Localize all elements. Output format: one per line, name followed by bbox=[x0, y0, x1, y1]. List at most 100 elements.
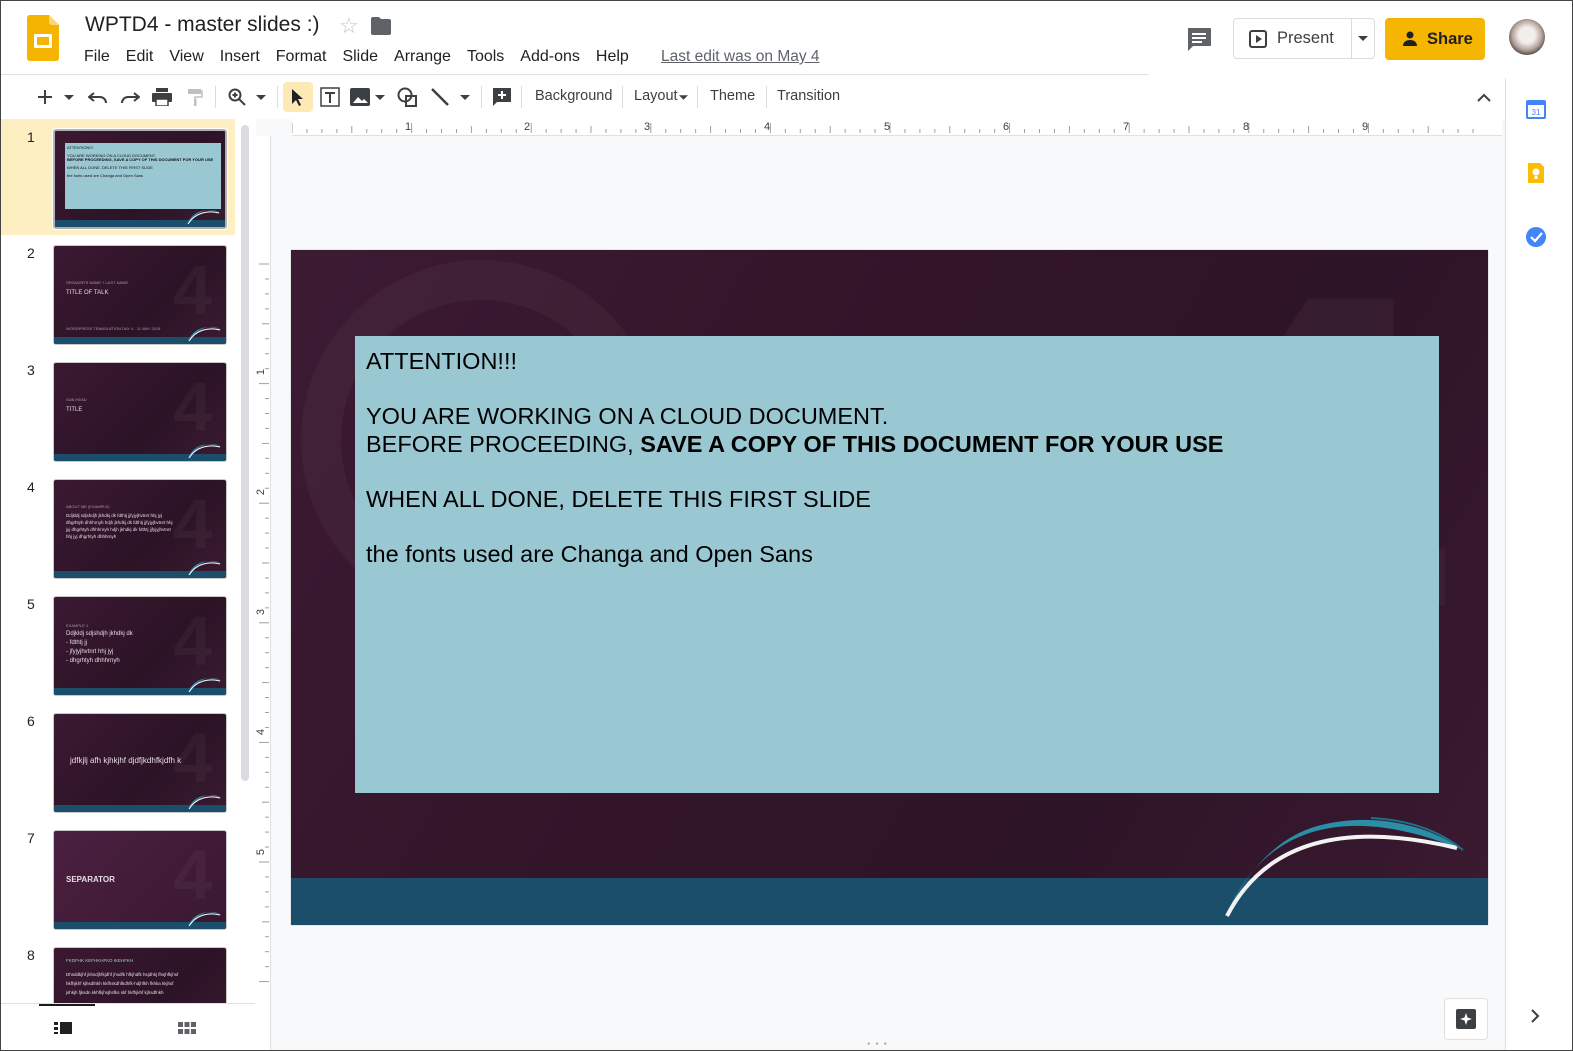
menu-view[interactable]: View bbox=[169, 47, 203, 69]
toolbar-separator bbox=[521, 86, 522, 108]
zoom-dropdown[interactable] bbox=[253, 82, 269, 112]
thumbnail-text: hkfhjkhf kjhsdfnkh kkfhskdhfkdhfk-hdjhfk… bbox=[66, 981, 174, 986]
slide-number: 7 bbox=[27, 830, 35, 846]
toolbar-separator bbox=[481, 86, 482, 108]
text-box-button[interactable] bbox=[316, 82, 344, 112]
share-button[interactable]: Share bbox=[1385, 18, 1485, 60]
present-options-dropdown[interactable] bbox=[1352, 19, 1374, 58]
feather-logo-icon bbox=[188, 794, 222, 810]
menu-insert[interactable]: Insert bbox=[220, 47, 260, 69]
slide-text-normal: BEFORE PROCEEDING, bbox=[366, 430, 641, 457]
chevron-right-icon[interactable] bbox=[1528, 1007, 1542, 1025]
speaker-notes-resize-handle[interactable]: • • • bbox=[867, 1039, 893, 1050]
redo-button[interactable] bbox=[117, 82, 143, 112]
folder-icon[interactable] bbox=[371, 17, 391, 35]
thumbnail-text: TITLE OF TALK bbox=[66, 290, 109, 296]
slide-text-bold: SAVE A COPY OF THIS DOCUMENT FOR YOUR US… bbox=[640, 430, 1224, 457]
attention-textbox[interactable]: ATTENTION!!! YOU ARE WORKING ON A CLOUD … bbox=[355, 336, 1439, 793]
menu-tools[interactable]: Tools bbox=[467, 47, 504, 69]
filmstrip-slide[interactable]: 4 4 ABOUT ME (EXAMPLE) Ddjkldj sdjshdjh … bbox=[1, 469, 235, 581]
thumbnail-text: WORDPRESS TRANSLATION DAY 4 - 11 MAY 201… bbox=[66, 326, 161, 331]
plus-icon bbox=[38, 90, 52, 104]
ruler-number: 5 bbox=[255, 848, 268, 856]
thumbnail-text: hhj jyj dhgrhtyh dhhhrnyh bbox=[66, 534, 117, 539]
background-button[interactable]: Background bbox=[535, 88, 612, 104]
avatar[interactable] bbox=[1509, 19, 1545, 55]
layout-button[interactable]: Layout bbox=[634, 88, 678, 104]
horizontal-ruler[interactable]: 1 2 3 4 5 6 7 8 9 bbox=[291, 119, 1502, 136]
slide-number: 8 bbox=[27, 947, 35, 963]
ruler-number: 4 bbox=[255, 728, 268, 736]
menu-format[interactable]: Format bbox=[276, 47, 327, 69]
transition-button[interactable]: Transition bbox=[777, 88, 840, 104]
line-dropdown[interactable] bbox=[457, 82, 473, 112]
insert-image-dropdown[interactable] bbox=[373, 82, 387, 112]
star-icon[interactable]: ☆ bbox=[339, 14, 359, 38]
slides-logo-icon[interactable] bbox=[27, 15, 59, 61]
menu-slide[interactable]: Slide bbox=[342, 47, 378, 69]
thumbnail-text: SUB-HEAD bbox=[66, 397, 87, 402]
chevron-down-icon bbox=[460, 94, 470, 100]
filmstrip-slide[interactable]: 6 4 jdfkjlj afh kjhkjhf djdfjkdhfkjdfh k bbox=[1, 703, 235, 815]
explore-button[interactable] bbox=[1444, 998, 1488, 1040]
zoom-icon bbox=[228, 88, 246, 106]
filmstrip-slide[interactable]: 2 4 SPEAKER'S NAME + LAST NAME TITLE OF … bbox=[1, 235, 235, 347]
feather-logo-icon bbox=[188, 677, 222, 693]
zoom-button[interactable] bbox=[224, 82, 250, 112]
toolbar-separator bbox=[622, 86, 623, 108]
thumbnail-decoration: 4 bbox=[173, 367, 212, 447]
last-edit-link[interactable]: Last edit was on May 4 bbox=[661, 47, 820, 67]
ruler-number: 4 bbox=[764, 121, 771, 133]
filmstrip-scrollbar[interactable] bbox=[241, 125, 249, 781]
thumbnail-text: TITLE bbox=[66, 407, 83, 413]
slide-text-line: WHEN ALL DONE, DELETE THIS FIRST SLIDE bbox=[366, 485, 871, 512]
collapse-toolbar-button[interactable] bbox=[1471, 82, 1497, 112]
new-slide-button[interactable] bbox=[31, 82, 59, 112]
feather-logo-icon bbox=[1225, 817, 1464, 918]
thumbnail-text: - dhgrhtyh dhhhrnyh bbox=[66, 658, 120, 664]
document-title[interactable]: WPTD4 - master slides :) bbox=[85, 13, 320, 37]
menu-edit[interactable]: Edit bbox=[126, 47, 154, 69]
select-tool-button[interactable] bbox=[283, 82, 313, 112]
filmstrip-slide[interactable]: 5 4 EXAMPLE 1 Ddjkldj sdjshdjh jkhdkj dk… bbox=[1, 586, 235, 698]
slide-canvas[interactable]: 4 ATTENTION!!! YOU ARE WORKING ON A CLOU… bbox=[291, 250, 1488, 925]
thumbnail-text: Dhsddkjhf jkhsdjhfkjdhf jhsdfk hfkjhdfk … bbox=[66, 972, 179, 977]
line-button[interactable] bbox=[427, 82, 453, 112]
filmstrip-view-icon[interactable] bbox=[53, 1018, 73, 1038]
thumbnail-decoration: 4 bbox=[173, 835, 212, 915]
menu-file[interactable]: File bbox=[84, 47, 110, 69]
filmstrip-slide[interactable]: 7 4 SEPARATOR bbox=[1, 820, 235, 932]
vertical-ruler[interactable]: 1 2 3 4 5 bbox=[255, 136, 271, 1050]
new-slide-layout-dropdown[interactable] bbox=[61, 82, 77, 112]
grid-view-icon[interactable] bbox=[177, 1018, 197, 1038]
comment-history-icon[interactable] bbox=[1184, 24, 1214, 54]
undo-button[interactable] bbox=[85, 82, 111, 112]
filmstrip-view-switcher bbox=[1, 1003, 255, 1050]
ruler-number: 2 bbox=[524, 121, 531, 133]
filmstrip-slide[interactable]: 3 4 SUB-HEAD TITLE bbox=[1, 352, 235, 464]
menu-add-ons[interactable]: Add-ons bbox=[520, 47, 580, 69]
shape-button[interactable] bbox=[394, 82, 420, 112]
menu-arrange[interactable]: Arrange bbox=[394, 47, 451, 69]
tasks-icon[interactable] bbox=[1525, 226, 1547, 248]
chevron-up-icon bbox=[1477, 93, 1491, 102]
present-button[interactable]: Present bbox=[1234, 19, 1353, 58]
ruler-number: 9 bbox=[1362, 121, 1369, 133]
cursor-arrow-icon bbox=[292, 89, 303, 106]
filmstrip-slide[interactable]: 1 ATTENTION!!! YOU ARE WORKING ON A CLOU… bbox=[1, 119, 235, 235]
filmstrip-slide[interactable]: 8 FKDFHK KEFHKHFKD IKEHFKH Dhsddkjhf jkh… bbox=[1, 937, 235, 1003]
add-comment-button[interactable] bbox=[489, 82, 515, 112]
thumbnail-text: EXAMPLE 1 bbox=[66, 623, 89, 628]
toolbar-separator bbox=[766, 86, 767, 108]
slide-text-line-mixed: BEFORE PROCEEDING, SAVE A COPY OF THIS D… bbox=[366, 431, 1428, 459]
paint-format-button[interactable] bbox=[182, 82, 208, 112]
keep-icon[interactable] bbox=[1525, 162, 1547, 184]
theme-button[interactable]: Theme bbox=[710, 88, 755, 104]
calendar-icon[interactable]: 31 bbox=[1525, 98, 1547, 120]
ruler-number: 3 bbox=[644, 121, 651, 133]
thumbnail-text: FKDFHK KEFHKHFKD IKEHFKH bbox=[66, 958, 134, 963]
ruler-number: 5 bbox=[884, 121, 891, 133]
menu-help[interactable]: Help bbox=[596, 47, 629, 69]
insert-image-button[interactable] bbox=[347, 82, 373, 112]
print-button[interactable] bbox=[149, 82, 175, 112]
